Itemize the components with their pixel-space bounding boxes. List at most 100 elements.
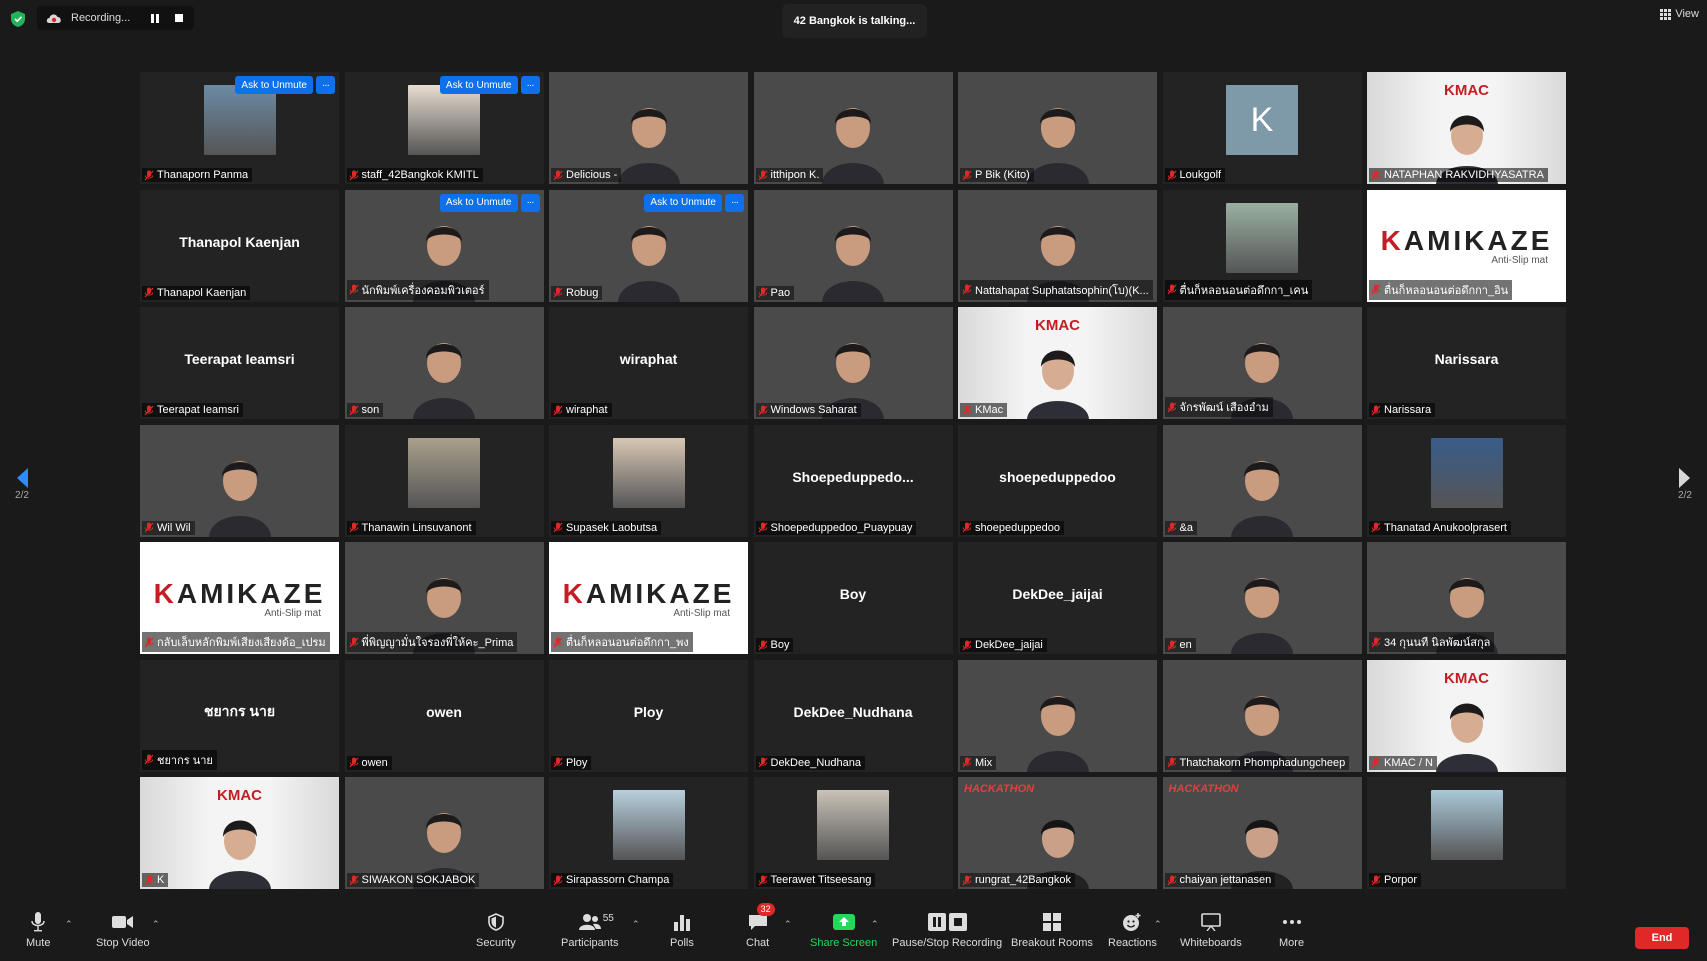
previous-page-button[interactable]: 2/2 <box>14 466 30 501</box>
kamikaze-tagline: Anti-Slip mat <box>264 607 321 619</box>
kamikaze-tagline: Anti-Slip mat <box>1491 255 1548 266</box>
security-button[interactable]: Security <box>476 911 516 949</box>
encryption-shield-icon[interactable] <box>10 10 26 28</box>
more-button[interactable]: More <box>1279 911 1304 949</box>
participant-tile[interactable]: KMAC K <box>140 777 339 889</box>
participant-tile[interactable]: พี่พิญญามั่นใจรองพี่ให้คะ_Prima <box>344 542 544 654</box>
participant-tile[interactable]: Thanawin Linsuvanont <box>344 424 544 537</box>
participant-name-label: KMac <box>960 403 1008 417</box>
participant-tile[interactable]: Supasek Laobutsa <box>549 424 748 537</box>
participant-tile[interactable]: Mix <box>958 659 1157 772</box>
participant-tile[interactable]: KMAC KMAC / N <box>1367 659 1566 772</box>
participant-name-text: Porpor <box>1384 874 1418 886</box>
participant-tile[interactable]: DekDee_jaijai DekDee_jaijai <box>958 542 1157 654</box>
share-screen-button[interactable]: Share Screen <box>810 911 877 949</box>
participant-tile[interactable]: Pao <box>753 189 953 302</box>
participant-tile[interactable]: en <box>1162 542 1362 654</box>
participant-tile[interactable]: wiraphat wiraphat <box>549 307 748 419</box>
participant-options-button[interactable]: ··· <box>520 193 540 212</box>
participant-tile[interactable]: owen owen <box>344 659 544 772</box>
participant-tile[interactable]: ชยากร นาย ชยากร นาย <box>140 659 339 772</box>
whiteboards-button[interactable]: Whiteboards <box>1180 911 1242 949</box>
participant-tile[interactable]: Delicious - <box>549 72 748 184</box>
participant-tile[interactable]: Thanatad Anukoolprasert <box>1367 424 1566 537</box>
participant-name-label: Windows Saharat <box>755 403 861 417</box>
next-page-button[interactable]: 2/2 <box>1677 466 1693 501</box>
participant-tile[interactable]: Wil Wil <box>140 424 339 537</box>
participant-options-button[interactable]: ··· <box>520 76 540 94</box>
participant-options-button[interactable]: ··· <box>316 76 335 94</box>
participant-tile[interactable]: Teerawet Titseesang <box>753 777 953 889</box>
view-button[interactable]: View <box>1660 8 1699 20</box>
end-meeting-button[interactable]: End <box>1635 927 1689 949</box>
participant-tile[interactable]: KAMIKAZE Anti-Slip mat ตื่นก็หลอนอนต่อดึกก… <box>549 542 748 654</box>
participant-name-label: Loukgolf <box>1164 168 1226 182</box>
participant-tile[interactable]: Windows Saharat <box>753 307 953 419</box>
participant-tile[interactable]: ตื่นก็หลอนอนต่อดึกกา_เคน <box>1162 189 1362 302</box>
participant-tile[interactable]: Ask to Unmute ··· Robug <box>549 189 748 302</box>
participant-tile[interactable]: Thanapol Kaenjan Thanapol Kaenjan <box>140 189 339 302</box>
page-indicator-right: 2/2 <box>1678 490 1692 501</box>
participant-tile[interactable]: Narissara Narissara <box>1367 307 1566 419</box>
participant-video-feed <box>1435 703 1498 772</box>
participant-tile[interactable]: DekDee_Nudhana DekDee_Nudhana <box>753 659 953 772</box>
participant-name-label: chaiyan jettanasen <box>1164 873 1276 887</box>
participant-name-text: Thanaporn Panma <box>157 169 249 181</box>
participant-display-name: DekDee_Nudhana <box>793 703 913 720</box>
stop-video-button[interactable]: Stop Video <box>96 911 150 949</box>
pause-recording-icon[interactable] <box>145 8 165 28</box>
participant-tile[interactable]: HACKATHON chaiyan jettanasen <box>1162 777 1362 889</box>
chat-button[interactable]: 32 Chat <box>746 903 775 949</box>
participant-tile[interactable]: KAMIKAZE Anti-Slip mat กลับเล็บหลักพิมพ์เส… <box>140 542 339 654</box>
chat-options-caret-icon[interactable]: ⌃ <box>784 919 792 930</box>
participant-tile[interactable]: &a <box>1162 424 1362 537</box>
participant-name-label: Thanaporn Panma <box>142 168 253 182</box>
participant-tile[interactable]: Ploy Ploy <box>549 659 748 772</box>
participant-tile[interactable]: P Bik (Kito) <box>958 72 1157 184</box>
participant-tile[interactable]: KAMIKAZE Anti-Slip mat ตื่นก็หลอนอนต่อดึกก… <box>1367 189 1566 302</box>
reactions-button[interactable]: Reactions <box>1108 911 1157 949</box>
pause-stop-recording-button[interactable]: Pause/Stop Recording <box>892 911 1002 949</box>
audio-options-caret-icon[interactable]: ⌃ <box>65 919 73 930</box>
muted-microphone-icon <box>1371 522 1381 533</box>
participant-name-text: Nattahapat Suphatatsophin(โบ)(K... <box>975 284 1149 297</box>
participant-tile[interactable]: shoepeduppedoo shoepeduppedoo <box>958 424 1157 537</box>
participant-tile[interactable]: Boy Boy <box>753 542 953 654</box>
breakout-rooms-button[interactable]: Breakout Rooms <box>1011 911 1093 949</box>
participant-tile[interactable]: SIWAKON SOKJABOK <box>344 777 544 889</box>
participant-tile[interactable]: Sirapassorn Champa <box>549 777 748 889</box>
stop-recording-icon[interactable] <box>169 8 189 28</box>
ask-to-unmute-button[interactable]: Ask to Unmute <box>235 76 313 94</box>
ask-to-unmute-button[interactable]: Ask to Unmute <box>644 193 722 212</box>
muted-microphone-icon <box>553 637 563 647</box>
participant-tile[interactable]: Ask to Unmute ··· Thanaporn Panma <box>140 72 339 184</box>
participant-tile[interactable]: Shoepeduppedo... Shoepeduppedoo_Puaypuay <box>753 424 953 537</box>
participant-tile[interactable]: จักรพัฒน์ เสืองอำม <box>1162 307 1362 419</box>
participant-tile[interactable]: K Loukgolf <box>1162 72 1362 184</box>
ask-to-unmute-button[interactable]: Ask to Unmute <box>439 76 518 94</box>
participant-tile[interactable]: Ask to Unmute ··· นักพิมพ์เครื่องคอมพิวเตอ… <box>344 189 544 302</box>
participants-options-caret-icon[interactable]: ⌃ <box>632 919 640 930</box>
participant-tile[interactable]: Thatchakorn Phomphadungcheep <box>1162 659 1362 772</box>
participant-tile[interactable]: Ask to Unmute ··· staff_42Bangkok KMITL <box>344 72 544 184</box>
participant-tile[interactable]: KMAC KMac <box>958 307 1157 419</box>
participant-tile[interactable]: 34 กุนนที นิลพัฒน์สกุล <box>1367 542 1566 654</box>
reactions-options-caret-icon[interactable]: ⌃ <box>1154 919 1162 930</box>
page-indicator-left: 2/2 <box>15 490 29 501</box>
mute-button[interactable]: Mute <box>26 911 50 949</box>
participant-tile[interactable]: itthipon K. <box>753 72 953 184</box>
polls-button[interactable]: Polls <box>670 911 694 949</box>
ask-to-unmute-button[interactable]: Ask to Unmute <box>439 193 518 212</box>
participant-tile[interactable]: KMAC NATAPHAN RAKVIDHYASATRA <box>1367 72 1566 184</box>
share-options-caret-icon[interactable]: ⌃ <box>871 919 879 930</box>
participant-tile[interactable]: Teerapat Ieamsri Teerapat Ieamsri <box>140 307 339 419</box>
participant-name-label: Thatchakorn Phomphadungcheep <box>1164 755 1350 770</box>
video-options-caret-icon[interactable]: ⌃ <box>152 919 160 930</box>
participants-button[interactable]: 55 Participants <box>561 911 618 949</box>
participant-name-label: KMAC / N <box>1369 755 1437 770</box>
participant-tile[interactable]: Porpor <box>1367 777 1566 889</box>
participant-tile[interactable]: Nattahapat Suphatatsophin(โบ)(K... <box>958 189 1157 302</box>
participant-tile[interactable]: HACKATHON rungrat_42Bangkok <box>958 777 1157 889</box>
participant-options-button[interactable]: ··· <box>725 193 744 212</box>
participant-tile[interactable]: son <box>344 307 544 419</box>
